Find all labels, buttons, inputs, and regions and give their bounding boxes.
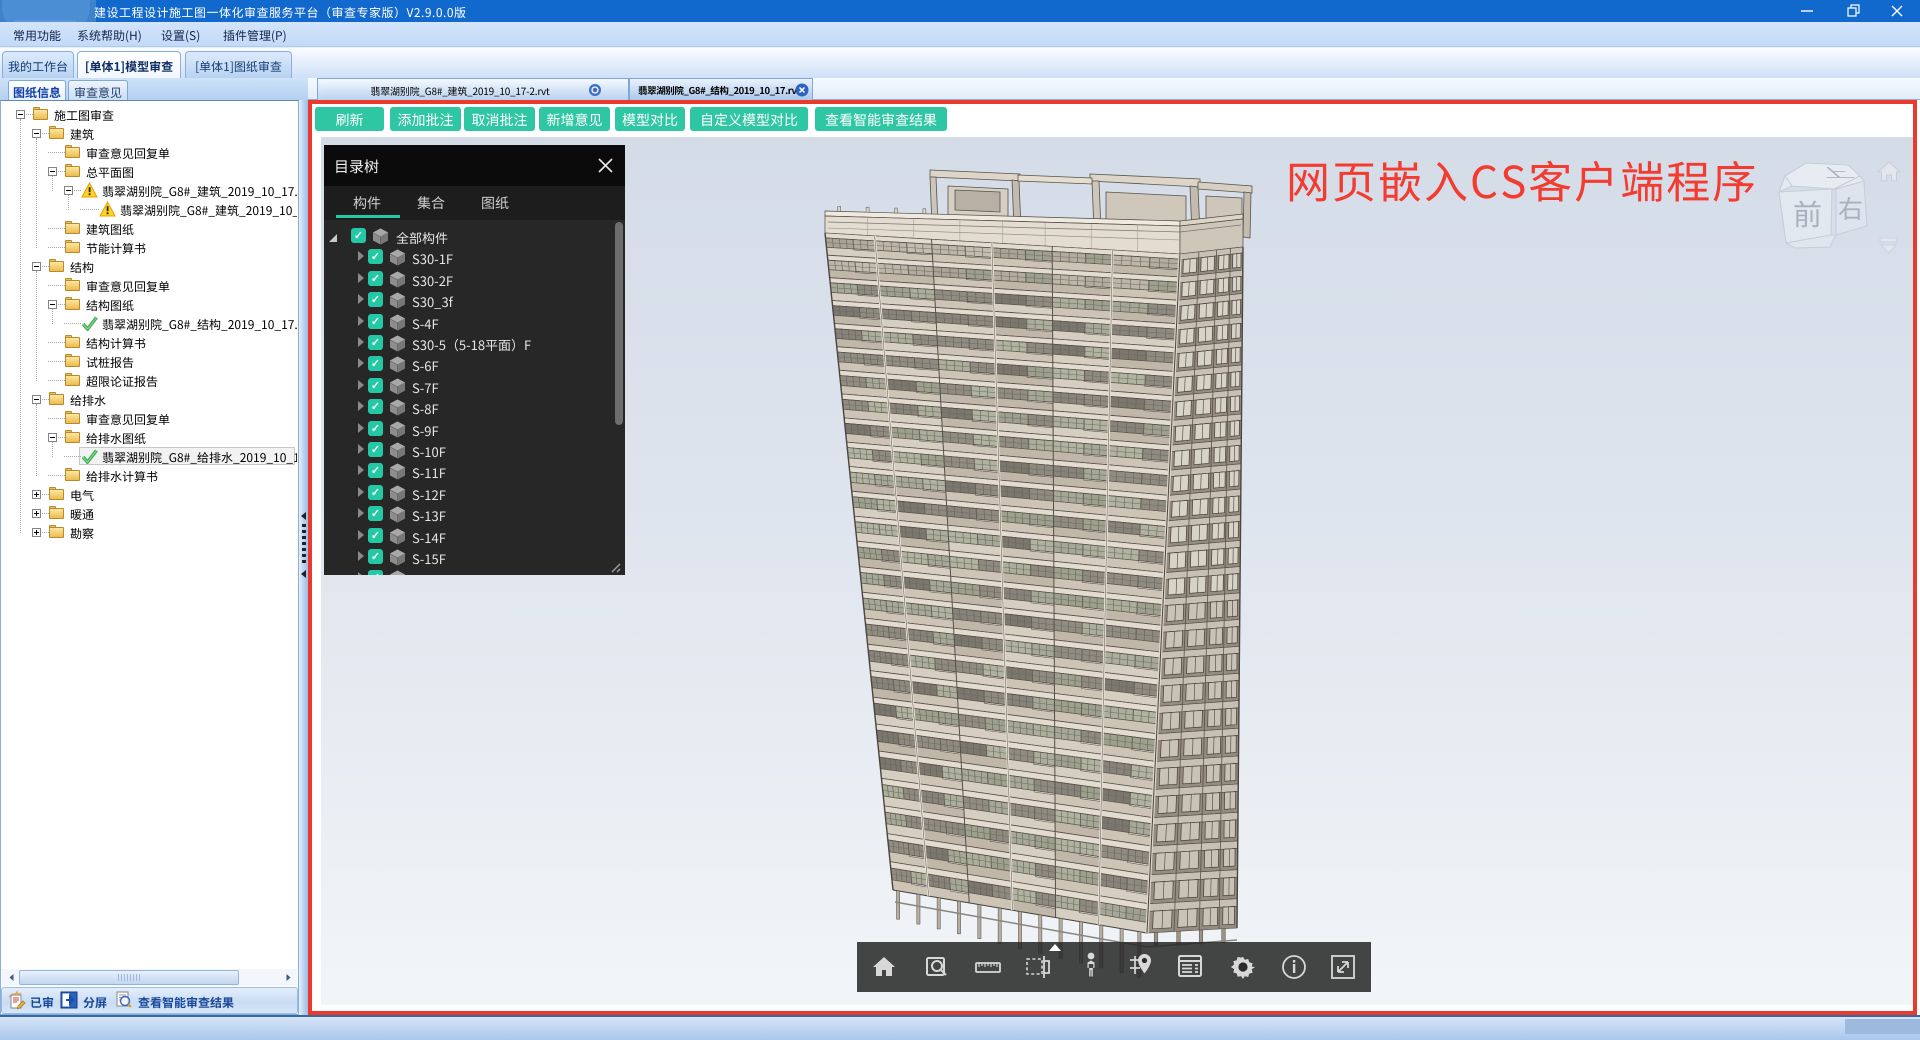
svg-text:前: 前 bbox=[1793, 192, 1822, 234]
svg-text:右: 右 bbox=[1838, 190, 1863, 226]
